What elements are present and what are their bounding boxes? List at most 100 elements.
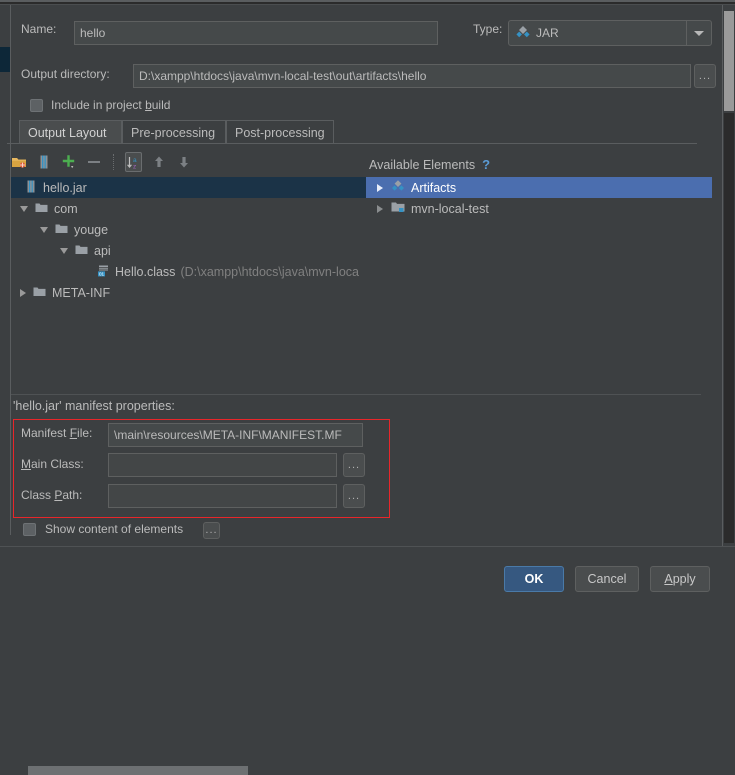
class-path-browse-button[interactable]: ...	[343, 484, 365, 508]
show-content-row[interactable]: Show content of elements	[23, 522, 183, 536]
tree-node-mvn-local-test-label: mvn-local-test	[411, 202, 489, 216]
include-in-build-label: Include in project build	[51, 98, 170, 112]
left-accent-strip	[0, 47, 10, 72]
class-path-browse-label: ...	[348, 491, 360, 502]
tab-post-processing[interactable]: Post-processing	[226, 120, 334, 144]
tree-node-youge[interactable]: youge	[11, 219, 366, 240]
tab-output-layout-label: Output Layout	[28, 126, 107, 140]
class-path-input[interactable]	[108, 484, 337, 508]
chevron-right-icon[interactable]	[377, 184, 383, 192]
available-elements-title: Available Elements	[369, 158, 475, 172]
window-top-highlight	[0, 4, 735, 5]
move-up-icon[interactable]	[151, 154, 167, 170]
type-label: Type:	[473, 22, 502, 36]
tree-node-hello-jar-label: hello.jar	[43, 181, 87, 195]
chevron-down-icon[interactable]	[20, 206, 28, 212]
tree-node-com-label: com	[54, 202, 78, 216]
left-gutter	[0, 5, 10, 596]
main-class-browse-button[interactable]: ...	[343, 453, 365, 477]
add-directory-icon[interactable]	[11, 154, 27, 170]
artifacts-configuration-dialog: Name: hello Type: JAR Output directory: …	[0, 0, 735, 596]
chevron-right-icon[interactable]	[377, 205, 383, 213]
available-elements-tree[interactable]: Artifacts mvn-local-test	[366, 177, 712, 377]
manifest-file-input[interactable]: \main\resources\META-INF\MANIFEST.MF	[108, 423, 363, 447]
ok-button-label: OK	[525, 572, 544, 586]
show-content-browse-button[interactable]: ...	[203, 522, 220, 539]
tab-output-layout[interactable]: Output Layout	[19, 120, 122, 144]
output-directory-value: D:\xampp\htdocs\java\mvn-local-test\out\…	[139, 69, 426, 83]
module-icon	[391, 201, 405, 216]
output-layout-tree[interactable]: hello.jar com youge	[11, 177, 366, 377]
tree-node-com[interactable]: com	[11, 198, 366, 219]
horizontal-scrollbar-thumb[interactable]	[28, 766, 248, 775]
chevron-down-icon	[694, 31, 704, 36]
tree-node-hello-class[interactable]: 01 Hello.class (D:\xampp\htdocs\java\mvn…	[11, 261, 366, 282]
chevron-right-icon[interactable]	[20, 289, 26, 297]
output-directory-browse-label: ...	[699, 71, 711, 82]
archive-icon	[25, 180, 37, 196]
move-down-icon[interactable]	[176, 154, 192, 170]
type-combobox-value-wrap: JAR	[509, 25, 686, 42]
jar-artifact-icon	[516, 25, 530, 42]
show-content-browse-label: ...	[205, 525, 217, 536]
include-in-build-row[interactable]: Include in project build	[30, 98, 170, 112]
main-class-input[interactable]	[108, 453, 337, 477]
tree-node-meta-inf[interactable]: META-INF	[11, 282, 366, 303]
name-input[interactable]: hello	[74, 21, 438, 45]
show-content-label: Show content of elements	[45, 522, 183, 536]
type-combobox-arrow[interactable]	[686, 21, 711, 45]
help-question-icon[interactable]: ?	[482, 157, 490, 172]
tree-node-hello-class-path: (D:\xampp\htdocs\java\mvn-loca	[180, 265, 359, 279]
name-input-value: hello	[80, 26, 105, 40]
class-path-label: Class Path:	[21, 488, 82, 502]
chevron-down-icon[interactable]	[40, 227, 48, 233]
apply-button-label: Apply	[664, 572, 695, 586]
chevron-down-icon[interactable]	[60, 248, 68, 254]
manifest-file-value: \main\resources\META-INF\MANIFEST.MF	[114, 428, 342, 442]
tree-node-hello-class-label: Hello.class	[115, 265, 175, 279]
tab-post-processing-label: Post-processing	[235, 126, 325, 140]
type-row: Type:	[473, 22, 502, 36]
type-combobox[interactable]: JAR	[508, 20, 712, 46]
sort-alphabetically-icon[interactable]: a z	[125, 152, 142, 172]
cancel-button-label: Cancel	[588, 572, 627, 586]
tree-node-api[interactable]: api	[11, 240, 366, 261]
horizontal-scrollbar-track[interactable]	[14, 383, 366, 392]
name-label: Name:	[21, 22, 56, 36]
svg-text:z: z	[133, 163, 136, 170]
add-archive-icon[interactable]	[36, 154, 52, 170]
vertical-scrollbar-lower	[724, 113, 734, 543]
tree-node-api-label: api	[94, 244, 111, 258]
artifact-tabs: Output Layout Pre-processing Post-proces…	[7, 120, 697, 144]
toolbar-separator	[113, 154, 114, 170]
output-directory-browse-button[interactable]: ...	[694, 64, 716, 88]
vertical-scrollbar-thumb[interactable]	[724, 11, 734, 111]
manifest-file-label: Manifest File:	[21, 426, 92, 440]
manifest-section-title: 'hello.jar' manifest properties:	[13, 399, 175, 413]
output-directory-label: Output directory:	[21, 67, 110, 81]
tree-node-hello-jar[interactable]: hello.jar	[11, 177, 366, 198]
available-elements-header: Available Elements ?	[369, 157, 490, 172]
remove-icon[interactable]	[86, 154, 102, 170]
add-copy-icon[interactable]	[61, 154, 77, 170]
apply-button[interactable]: Apply	[650, 566, 710, 592]
tab-pre-processing-label: Pre-processing	[131, 126, 215, 140]
tree-node-artifacts[interactable]: Artifacts	[366, 177, 712, 198]
panel-bottom-separator	[11, 394, 701, 395]
show-content-checkbox[interactable]	[23, 523, 36, 536]
artifacts-icon	[391, 179, 405, 196]
vertical-scrollbar-track[interactable]	[723, 5, 735, 596]
tree-node-mvn-local-test[interactable]: mvn-local-test	[366, 198, 712, 219]
tree-node-meta-inf-label: META-INF	[52, 286, 110, 300]
folder-icon	[33, 286, 46, 300]
folder-icon	[35, 202, 48, 216]
tabbar-underline	[7, 143, 697, 144]
tab-pre-processing[interactable]: Pre-processing	[122, 120, 226, 144]
name-row: Name:	[21, 22, 56, 36]
output-directory-input[interactable]: D:\xampp\htdocs\java\mvn-local-test\out\…	[133, 64, 691, 88]
cancel-button[interactable]: Cancel	[575, 566, 639, 592]
ok-button[interactable]: OK	[504, 566, 564, 592]
main-class-browse-label: ...	[348, 460, 360, 471]
folder-icon	[75, 244, 88, 258]
include-in-build-checkbox[interactable]	[30, 99, 43, 112]
